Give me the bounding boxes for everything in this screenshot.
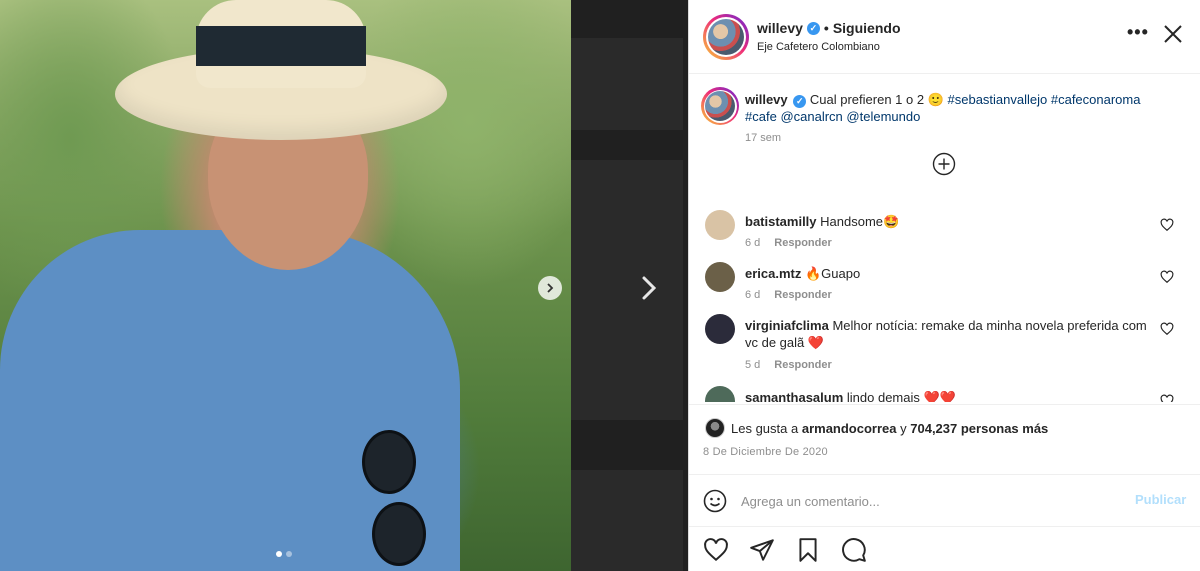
following-button[interactable]: Siguiendo (833, 20, 901, 36)
comment-meta: 6 d Responder (745, 289, 832, 301)
location-link[interactable]: Eje Cafetero Colombiano (757, 41, 880, 53)
carousel-next-button[interactable] (538, 276, 562, 300)
comment-time[interactable]: 6 d (745, 289, 760, 301)
reply-button[interactable]: Responder (774, 359, 831, 371)
hashtag-link[interactable]: #cafe (745, 109, 777, 124)
heart-outline-icon[interactable] (1160, 322, 1174, 336)
header-separator: • (823, 20, 829, 36)
comment-input[interactable] (741, 489, 1121, 513)
header-user-line: willevy ✓ • Siguiendo (757, 20, 901, 36)
photo-sunglasses (362, 430, 426, 566)
heart-outline-icon[interactable] (1160, 218, 1174, 232)
background-thumbnail (571, 38, 683, 130)
like-icon[interactable] (703, 537, 729, 563)
reply-button[interactable]: Responder (774, 237, 831, 249)
comment-meta: 6 d Responder (745, 237, 832, 249)
verified-check-icon: ✓ (806, 21, 820, 35)
instagram-post-modal: willevy ✓ • Siguiendo Eje Cafetero Colom… (0, 0, 1200, 571)
likes-user-link[interactable]: armandocorrea (802, 421, 897, 436)
comment-username[interactable]: virginiafclima (745, 318, 829, 333)
reply-button[interactable]: Responder (774, 289, 831, 301)
plus-circle-icon[interactable] (932, 152, 956, 176)
comment-icon[interactable] (841, 537, 867, 563)
share-icon[interactable] (749, 537, 775, 563)
likes-prefix: Les gusta a (731, 421, 799, 436)
comment-body: 🔥Guapo (805, 266, 861, 281)
caption-text: willevy ✓ Cual prefieren 1 o 2 🙂 #sebast… (745, 91, 1165, 125)
verified-check-icon: ✓ (793, 95, 807, 108)
more-options-icon[interactable]: ••• (1127, 22, 1149, 43)
chevron-right-icon (642, 276, 657, 300)
avatar[interactable] (705, 314, 735, 344)
avatar[interactable] (701, 87, 739, 125)
likes-count-link[interactable]: 704,237 personas más (910, 421, 1048, 436)
carousel-dot (286, 551, 292, 557)
close-icon[interactable] (1161, 22, 1185, 46)
comment-text: batistamilly Handsome🤩 (745, 213, 1150, 230)
comment-meta: 5 d Responder (745, 359, 832, 371)
comment-body: Handsome🤩 (820, 214, 900, 229)
background-thumbnail (571, 160, 683, 420)
mention-link[interactable]: @telemundo (846, 109, 920, 124)
chevron-right-icon (547, 283, 554, 293)
comment-text: erica.mtz 🔥Guapo (745, 265, 1150, 282)
publish-button[interactable]: Publicar (1135, 492, 1186, 507)
carousel-dots (276, 551, 292, 557)
carousel-dot-active (276, 551, 282, 557)
mention-link[interactable]: @canalrcn (780, 109, 842, 124)
background-thumbnail (571, 470, 683, 571)
comments-list[interactable]: batistamilly Handsome🤩 6 d Responder eri… (689, 210, 1200, 402)
comment-text: samanthasalum lindo demais ❤️❤️ (745, 389, 1150, 402)
avatar[interactable] (705, 210, 735, 240)
post-date[interactable]: 8 De Diciembre De 2020 (703, 446, 828, 458)
post-actions (689, 526, 1200, 571)
post-side-panel: willevy ✓ • Siguiendo Eje Cafetero Colom… (688, 0, 1200, 571)
emoji-icon[interactable] (703, 489, 727, 513)
heart-outline-icon[interactable] (1160, 270, 1174, 284)
avatar[interactable] (705, 262, 735, 292)
comment-username[interactable]: erica.mtz (745, 266, 801, 281)
post-header: willevy ✓ • Siguiendo Eje Cafetero Colom… (689, 0, 1200, 74)
avatar[interactable] (703, 14, 749, 60)
comment-body: lindo demais ❤️❤️ (846, 390, 956, 402)
likes-summary: Les gusta a armandocorrea y 704,237 pers… (731, 421, 1048, 436)
post-photo[interactable] (0, 0, 571, 571)
comment-time[interactable]: 5 d (745, 359, 760, 371)
likes-connector: y (900, 421, 907, 436)
hashtag-link[interactable]: #cafeconaroma (1051, 92, 1141, 107)
modal-backdrop[interactable] (571, 0, 688, 571)
comment-username[interactable]: batistamilly (745, 214, 817, 229)
heart-outline-icon[interactable] (1160, 394, 1174, 402)
add-comment-bar: Publicar (689, 474, 1200, 526)
comment-username[interactable]: samanthasalum (745, 390, 843, 402)
caption-username[interactable]: willevy (745, 92, 788, 107)
comment-time[interactable]: 6 d (745, 237, 760, 249)
photo-hat-band (196, 26, 366, 66)
likes-section: Les gusta a armandocorrea y 704,237 pers… (689, 404, 1200, 474)
save-icon[interactable] (795, 537, 821, 563)
avatar[interactable] (705, 418, 725, 438)
header-username[interactable]: willevy (757, 20, 803, 36)
avatar[interactable] (705, 386, 735, 402)
comment-text: virginiafclima Melhor notícia: remake da… (745, 317, 1150, 351)
hashtag-link[interactable]: #sebastianvallejo (948, 92, 1048, 107)
caption-body: Cual prefieren 1 o 2 🙂 (809, 92, 944, 107)
next-post-button[interactable] (636, 272, 662, 304)
caption-time[interactable]: 17 sem (745, 132, 781, 144)
